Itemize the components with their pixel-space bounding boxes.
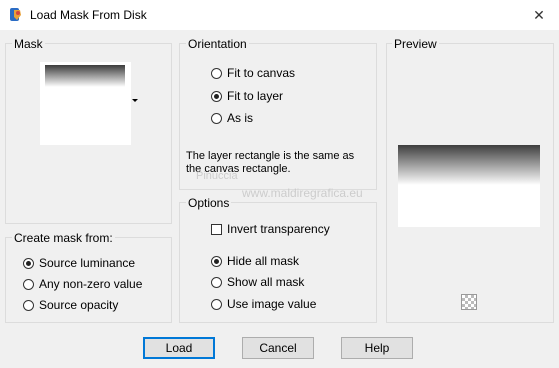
preview-group-label: Preview <box>392 37 439 51</box>
invert-transparency-checkbox[interactable]: Invert transparency <box>211 221 330 237</box>
watermark-url: www.maldiregrafica.eu <box>242 186 363 200</box>
radio-label: Hide all mask <box>227 254 300 268</box>
title-bar: Load Mask From Disk ✕ <box>0 0 559 30</box>
orientation-description-line1: The layer rectangle is the same as <box>186 150 355 162</box>
checkbox-unchecked-icon <box>211 223 222 235</box>
radio-unchecked-icon <box>211 276 222 288</box>
radio-label: Fit to canvas <box>227 66 296 80</box>
radio-label: As is <box>227 111 254 125</box>
radio-label: Fit to layer <box>227 89 284 103</box>
mask-group-label: Mask <box>12 37 45 51</box>
preview-gradient <box>398 145 540 185</box>
transparency-checker-icon[interactable] <box>461 294 477 310</box>
options-group-label: Options <box>186 196 232 210</box>
load-button[interactable]: Load <box>143 337 215 359</box>
help-button[interactable]: Help <box>341 337 413 359</box>
watermark: Pinuccia www.maldiregrafica.eu <box>196 170 363 200</box>
radio-unchecked-icon <box>211 112 222 124</box>
cancel-button[interactable]: Cancel <box>242 337 314 359</box>
radio-unchecked-icon <box>23 299 34 311</box>
radio-show-all-mask[interactable]: Show all mask <box>211 274 304 290</box>
mask-thumbnail[interactable] <box>40 62 131 145</box>
radio-label: Show all mask <box>227 275 305 289</box>
radio-use-image-value[interactable]: Use image value <box>211 296 316 312</box>
radio-as-is[interactable]: As is <box>211 110 253 126</box>
radio-unchecked-icon <box>211 298 222 310</box>
radio-fit-to-canvas[interactable]: Fit to canvas <box>211 65 295 81</box>
radio-label: Any non-zero value <box>39 277 143 291</box>
radio-label: Use image value <box>227 297 317 311</box>
radio-unchecked-icon <box>23 278 34 290</box>
radio-source-luminance[interactable]: Source luminance <box>23 255 135 271</box>
radio-checked-icon <box>211 90 222 102</box>
radio-checked-icon <box>211 255 222 267</box>
mask-dropdown-arrow-icon[interactable] <box>132 99 138 102</box>
radio-hide-all-mask[interactable]: Hide all mask <box>211 253 299 269</box>
paint-shop-pro-icon <box>10 8 21 21</box>
radio-checked-icon <box>23 257 34 269</box>
radio-source-opacity[interactable]: Source opacity <box>23 297 118 313</box>
window-title: Load Mask From Disk <box>30 8 147 22</box>
orientation-group-label: Orientation <box>186 37 249 51</box>
create-mask-from-label: Create mask from: <box>12 231 115 245</box>
watermark-name: Pinuccia <box>196 170 238 182</box>
radio-fit-to-layer[interactable]: Fit to layer <box>211 88 283 104</box>
close-icon[interactable]: ✕ <box>519 0 559 30</box>
radio-label: Source opacity <box>39 298 119 312</box>
checkbox-label: Invert transparency <box>227 222 330 236</box>
radio-any-non-zero-value[interactable]: Any non-zero value <box>23 276 142 292</box>
radio-unchecked-icon <box>211 67 222 79</box>
preview-image <box>398 145 540 227</box>
mask-gradient-image <box>45 65 125 87</box>
radio-label: Source luminance <box>39 256 136 270</box>
